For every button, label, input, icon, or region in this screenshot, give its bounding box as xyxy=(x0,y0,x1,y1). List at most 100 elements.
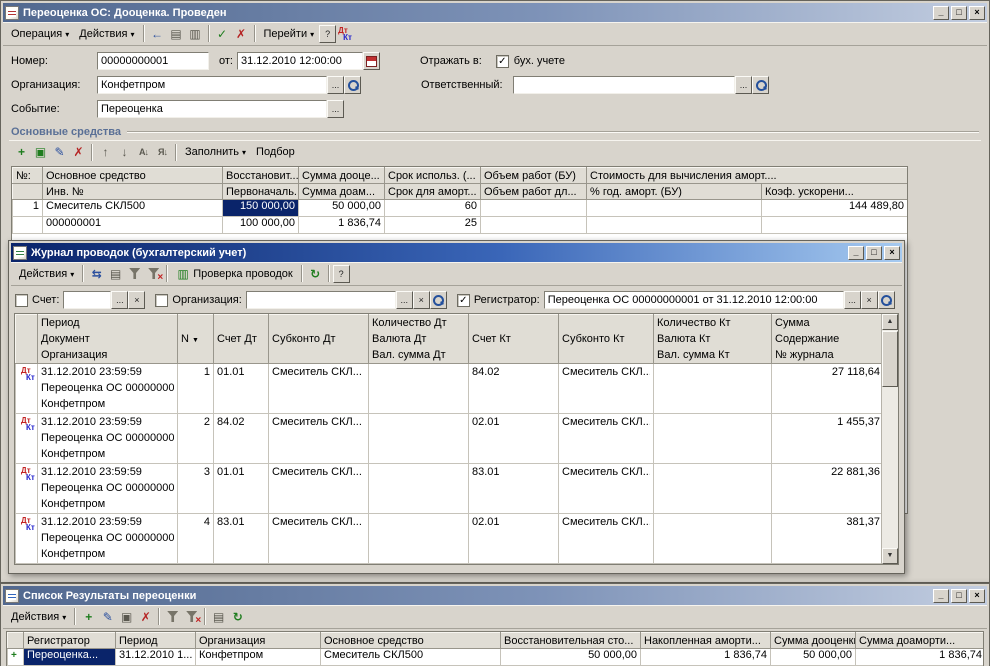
cell-account-dt[interactable]: 83.01 xyxy=(213,513,269,564)
cell-sum-up[interactable]: 50 000,00 xyxy=(298,199,385,217)
cell-num[interactable] xyxy=(12,216,43,234)
cell-subconto-kt[interactable]: Смеситель СКЛ... xyxy=(558,513,654,564)
cell-term[interactable]: 60 xyxy=(384,199,481,217)
col-volume-dep[interactable]: Объем работ дл... xyxy=(480,183,587,200)
cell-period[interactable]: 31.12.2010 23:59:59 Переоценка ОС 0000000… xyxy=(37,413,178,464)
fill-button[interactable]: Заполнить ▾ xyxy=(180,144,251,160)
cell-volume[interactable] xyxy=(480,199,587,217)
cell-registrator-selected[interactable]: Переоценка... xyxy=(23,648,116,666)
date-input[interactable] xyxy=(236,52,363,70)
move-down-icon[interactable]: ↓ xyxy=(115,143,134,162)
event-input[interactable] xyxy=(97,100,327,118)
cell-quantity-dt[interactable] xyxy=(368,363,469,414)
col-account-kt[interactable]: Счет Кт xyxy=(468,314,559,364)
settings-icon[interactable]: ▤ xyxy=(209,607,228,626)
col-koef[interactable]: Коэф. ускорени... xyxy=(761,183,907,200)
add-row-icon[interactable]: + xyxy=(12,143,31,162)
cell-account-kt[interactable]: 83.01 xyxy=(468,463,559,514)
back-icon[interactable]: ← xyxy=(148,24,167,43)
cell-quantity-kt[interactable] xyxy=(653,513,772,564)
close-button[interactable]: × xyxy=(969,588,985,603)
cell-sum[interactable]: 381,37 xyxy=(771,513,884,564)
check-postings-button[interactable]: ▥ Проверка проводок xyxy=(171,262,297,285)
delete-record-icon[interactable]: ✗ xyxy=(136,607,155,626)
menu-actions[interactable]: Действия ▾ xyxy=(6,609,71,625)
edit-record-icon[interactable]: ✎ xyxy=(98,607,117,626)
posting-row[interactable]: Дт Кт 31.12.2010 23:59:59 Переоценка ОС 00… xyxy=(15,513,884,564)
cell-subconto-dt[interactable]: Смеситель СКЛ... xyxy=(268,363,369,414)
responsible-open-button[interactable] xyxy=(752,76,769,94)
cell-subconto-dt[interactable]: Смеситель СКЛ... xyxy=(268,463,369,514)
posting-marker-icon[interactable]: Дт Кт xyxy=(15,463,38,514)
maximize-button[interactable]: □ xyxy=(951,5,967,20)
move-up-icon[interactable]: ↑ xyxy=(96,143,115,162)
cell-pct[interactable] xyxy=(586,199,762,217)
col-n[interactable]: N ▼ xyxy=(177,314,214,364)
cell-account-kt[interactable]: 02.01 xyxy=(468,413,559,464)
number-input[interactable] xyxy=(97,52,209,70)
org-open-button[interactable] xyxy=(429,291,447,309)
registrator-filter-input[interactable] xyxy=(543,291,844,309)
registrator-clear-button[interactable]: × xyxy=(860,291,878,309)
unpost-document-icon[interactable]: ✗ xyxy=(232,24,251,43)
asset-row-line2[interactable]: 000000001 100 000,00 1 836,74 25 xyxy=(12,216,907,234)
col-sum[interactable]: Сумма Содержание № журнала xyxy=(771,314,884,364)
cell-sum-up[interactable]: 50 000,00 xyxy=(770,648,856,666)
col-inv[interactable]: Инв. № xyxy=(42,183,223,200)
show-postings-icon[interactable]: Дт Кт xyxy=(336,26,354,41)
cell-koef[interactable] xyxy=(761,216,907,234)
posting-marker-icon[interactable]: Дт Кт xyxy=(15,413,38,464)
col-quantity-dt[interactable]: Количество Дт Валюта Дт Вал. сумма Дт xyxy=(368,314,469,364)
org-choose-button[interactable]: ... xyxy=(395,291,413,309)
help-button[interactable]: ? xyxy=(332,264,350,283)
col-num[interactable]: №: xyxy=(12,167,43,184)
cell-num[interactable]: 1 xyxy=(12,199,43,217)
cell-period[interactable]: 31.12.2010 23:59:59 Переоценка ОС 0000000… xyxy=(37,513,178,564)
cell-account-kt[interactable]: 84.02 xyxy=(468,363,559,414)
minimize-button[interactable]: _ xyxy=(933,588,949,603)
pick-button[interactable]: Подбор xyxy=(251,144,300,160)
col-subconto-dt[interactable]: Субконто Дт xyxy=(268,314,369,364)
clear-filter-icon[interactable]: × xyxy=(144,264,163,283)
filter-icon[interactable] xyxy=(163,607,182,626)
cell-account-dt[interactable]: 84.02 xyxy=(213,413,269,464)
col-asset[interactable]: Основное средство xyxy=(42,167,223,184)
cell-quantity-dt[interactable] xyxy=(368,413,469,464)
menu-actions[interactable]: Действия ▾ xyxy=(74,26,139,42)
event-choose-button[interactable]: ... xyxy=(327,100,344,118)
filter-icon[interactable] xyxy=(125,264,144,283)
cell-account-dt[interactable]: 01.01 xyxy=(213,463,269,514)
org-clear-button[interactable]: × xyxy=(412,291,430,309)
scroll-up-button[interactable]: ▲ xyxy=(882,314,898,330)
col-accumulated[interactable]: Накопленная аморти... xyxy=(640,632,771,649)
scroll-down-button[interactable]: ▼ xyxy=(882,548,898,564)
col-empty[interactable] xyxy=(12,183,43,200)
col-volume[interactable]: Объем работ (БУ) xyxy=(480,167,587,184)
cell-restored-selected[interactable]: 150 000,00 xyxy=(222,199,299,217)
sort-ascending-icon[interactable]: А↓ xyxy=(134,143,153,162)
org-filter-checkbox[interactable] xyxy=(155,293,169,307)
responsible-choose-button[interactable]: ... xyxy=(735,76,752,94)
col-period[interactable]: Период xyxy=(115,632,196,649)
post-document-icon[interactable]: ✓ xyxy=(213,24,232,43)
organization-choose-button[interactable]: ... xyxy=(327,76,344,94)
list-icon[interactable]: ▥ xyxy=(186,24,205,43)
cell-account-dt[interactable]: 01.01 xyxy=(213,363,269,414)
cell-pct2[interactable] xyxy=(586,216,762,234)
edit-row-icon[interactable]: ✎ xyxy=(50,143,69,162)
cell-organization[interactable]: Конфетпром xyxy=(195,648,321,666)
minimize-button[interactable]: _ xyxy=(933,5,949,20)
posting-row[interactable]: Дт Кт 31.12.2010 23:59:59 Переоценка ОС 00… xyxy=(15,363,884,414)
cell-period[interactable]: 31.12.2010 23:59:59 Переоценка ОС 0000000… xyxy=(37,363,178,414)
cell-cost[interactable]: 144 489,80 xyxy=(761,199,907,217)
sort-descending-icon[interactable]: Я↓ xyxy=(153,143,172,162)
col-registrator[interactable]: Регистратор xyxy=(23,632,116,649)
record-marker-icon[interactable]: + xyxy=(7,648,24,666)
organization-open-button[interactable] xyxy=(344,76,361,94)
org-filter-input[interactable] xyxy=(245,291,396,309)
menu-operation[interactable]: Операция ▾ xyxy=(6,26,74,42)
refresh-icon[interactable]: ↻ xyxy=(306,264,325,283)
refresh-icon[interactable]: ↻ xyxy=(228,607,247,626)
cell-quantity-kt[interactable] xyxy=(653,363,772,414)
cell-n[interactable]: 2 xyxy=(177,413,214,464)
